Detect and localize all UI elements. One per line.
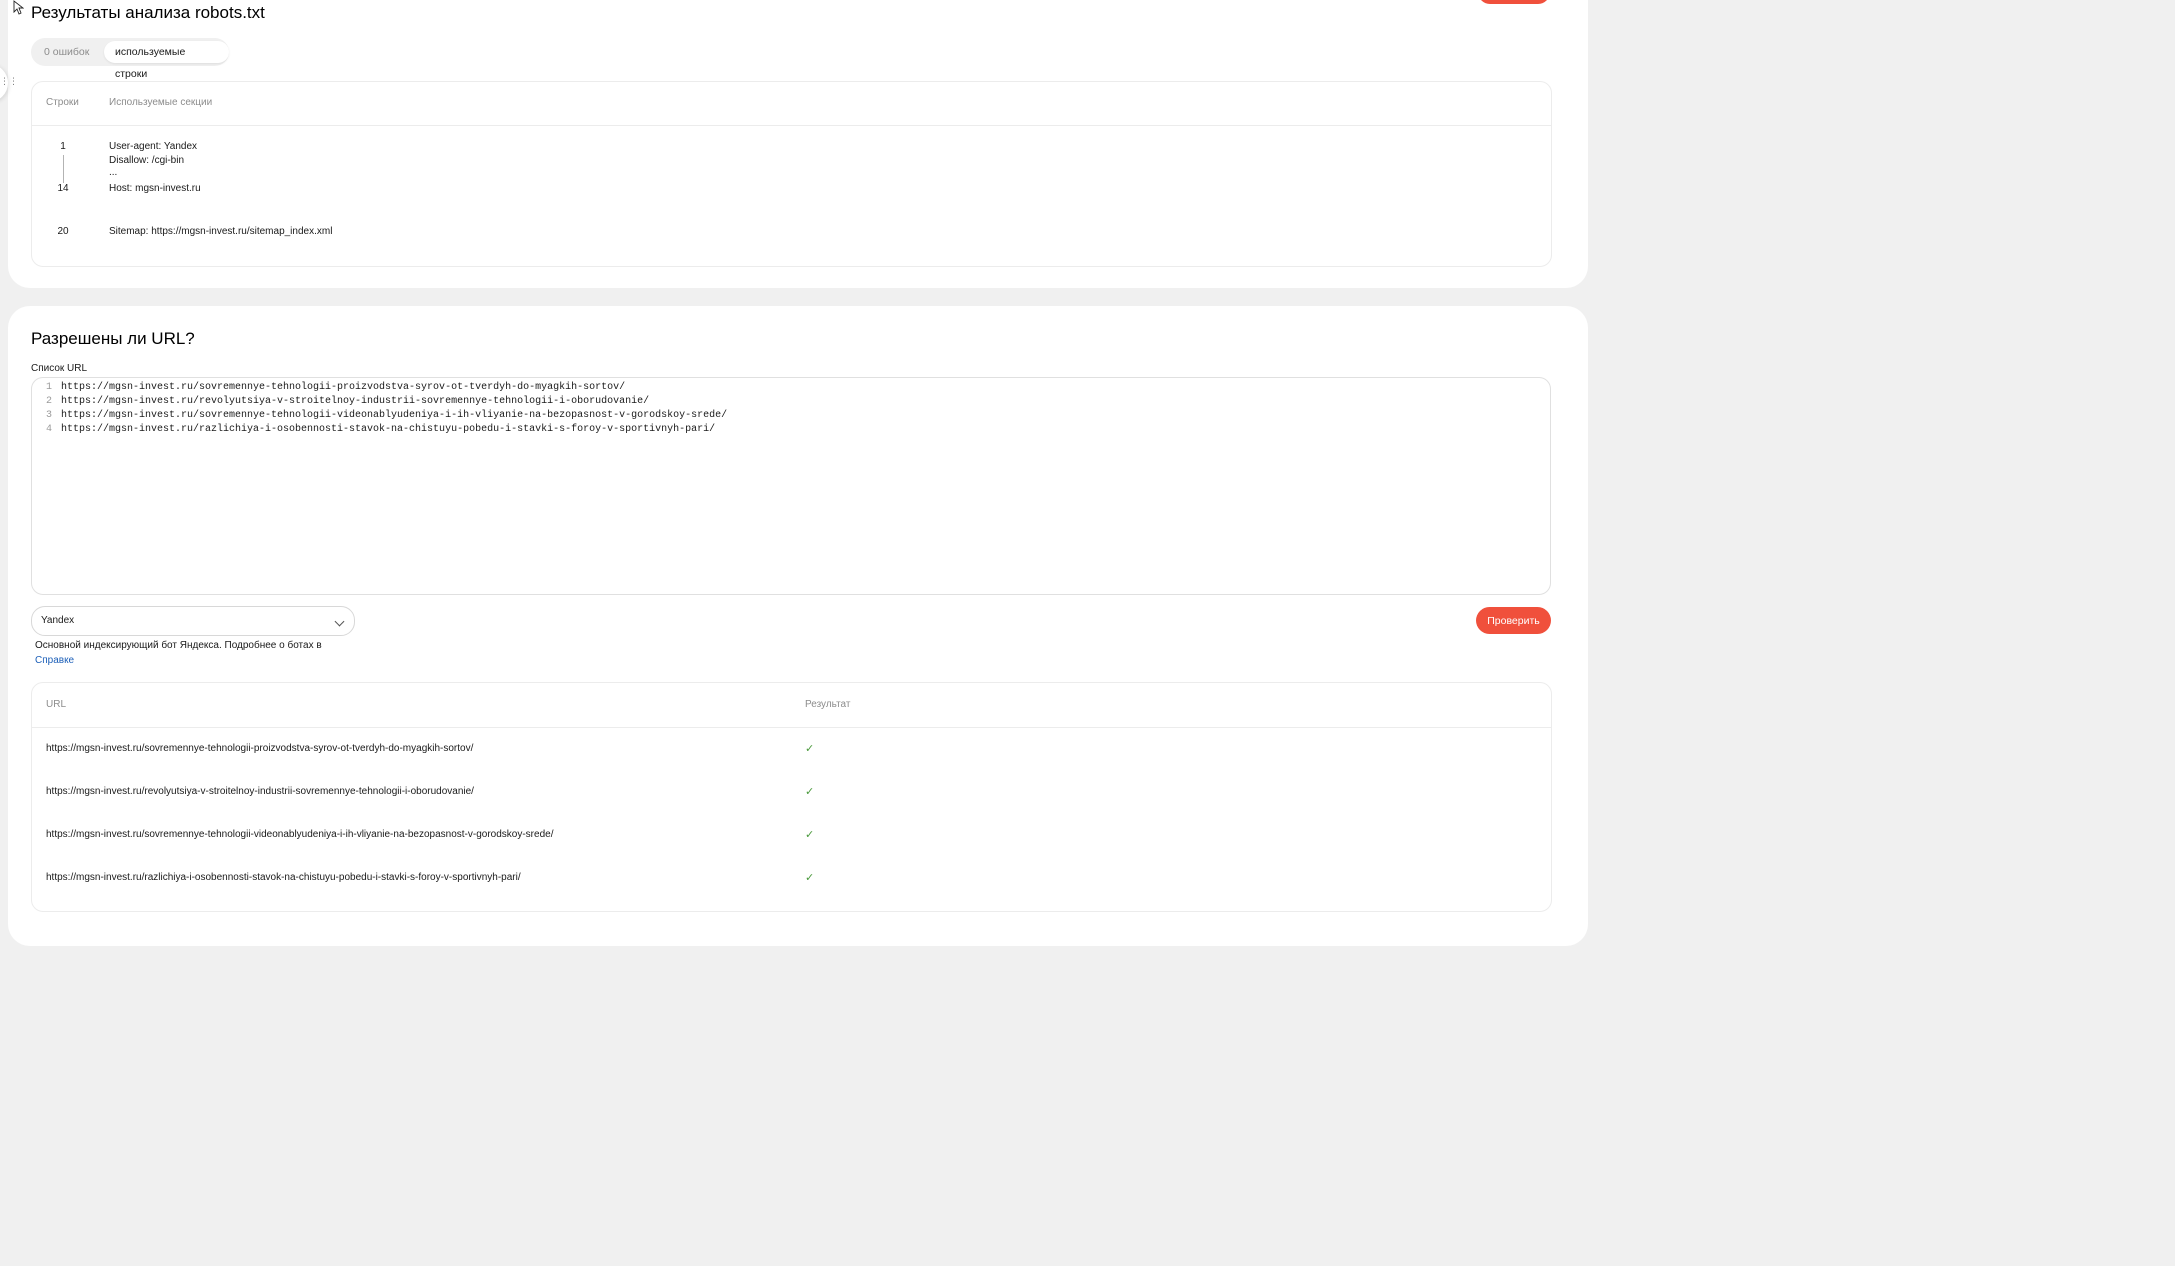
- result-url: https://mgsn-invest.ru/razlichiya-i-osob…: [46, 872, 521, 883]
- check-icon: ✓: [805, 743, 815, 755]
- analysis-tabs: 0 ошибок используемые строки: [31, 38, 229, 80]
- result-column-header: Результат: [805, 699, 851, 710]
- section-line: Host: mgsn-invest.ru: [109, 183, 201, 194]
- editor-line-text[interactable]: https://mgsn-invest.ru/razlichiya-i-osob…: [61, 424, 715, 435]
- section-line: User-agent: Yandex: [109, 141, 198, 152]
- chevron-down-icon: [334, 616, 345, 627]
- url-list-label: Список URL: [31, 363, 88, 374]
- analysis-title: Результаты анализа robots.txt: [31, 3, 265, 22]
- result-url: https://mgsn-invest.ru/sovremennye-tehno…: [46, 743, 474, 754]
- header-divider: [32, 125, 1551, 126]
- tab-used-lines[interactable]: используемые строки: [104, 41, 229, 80]
- line-number: 1: [60, 141, 66, 152]
- help-link[interactable]: Справке: [35, 655, 74, 666]
- result-url: https://mgsn-invest.ru/sovremennye-tehno…: [46, 829, 554, 840]
- line-range-connector: [63, 155, 64, 183]
- url-check-title: Разрешены ли URL?: [31, 329, 195, 348]
- check-icon: ✓: [805, 829, 815, 841]
- section-line: Sitemap: https://mgsn-invest.ru/sitemap_…: [109, 226, 333, 237]
- url-list-editor[interactable]: 1 https://mgsn-invest.ru/sovremennye-teh…: [31, 377, 1551, 595]
- url-column-header: URL: [46, 699, 67, 710]
- bot-description: Основной индексирующий бот Яндекса. Подр…: [35, 640, 322, 651]
- editor-line-number: 1: [45, 382, 52, 393]
- used-sections-table: Строки Используемые секции 1 14 User-age…: [31, 81, 1552, 267]
- section-ellipsis: ...: [109, 167, 118, 178]
- top-action-button[interactable]: [1478, 0, 1550, 4]
- line-number: 20: [57, 226, 69, 237]
- section-line: Disallow: /cgi-bin: [109, 155, 185, 166]
- side-panel-handle[interactable]: ⋮⋮: [0, 64, 18, 102]
- bot-select-value: Yandex: [41, 615, 75, 626]
- editor-line-text[interactable]: https://mgsn-invest.ru/sovremennye-tehno…: [61, 382, 625, 393]
- editor-line-number: 4: [45, 424, 52, 435]
- editor-line-number: 3: [45, 410, 52, 421]
- url-results-table: URL Результат https://mgsn-invest.ru/sov…: [31, 682, 1552, 912]
- check-button[interactable]: Проверить: [1476, 607, 1551, 634]
- check-icon: ✓: [805, 872, 815, 884]
- sections-column-header: Используемые секции: [109, 97, 213, 108]
- editor-line-number: 2: [45, 396, 52, 407]
- line-number: 14: [57, 183, 69, 194]
- header-divider: [32, 727, 1551, 728]
- editor-line-text[interactable]: https://mgsn-invest.ru/revolyutsiya-v-st…: [61, 396, 649, 407]
- result-url: https://mgsn-invest.ru/revolyutsiya-v-st…: [46, 786, 474, 797]
- lines-column-header: Строки: [46, 97, 79, 108]
- bot-select[interactable]: Yandex: [31, 606, 355, 636]
- tab-errors[interactable]: 0 ошибок: [38, 41, 95, 63]
- mouse-cursor-icon: [13, 0, 24, 15]
- drag-handle-icon: ⋮⋮: [0, 76, 18, 86]
- check-icon: ✓: [805, 786, 815, 798]
- editor-line-text[interactable]: https://mgsn-invest.ru/sovremennye-tehno…: [61, 410, 727, 421]
